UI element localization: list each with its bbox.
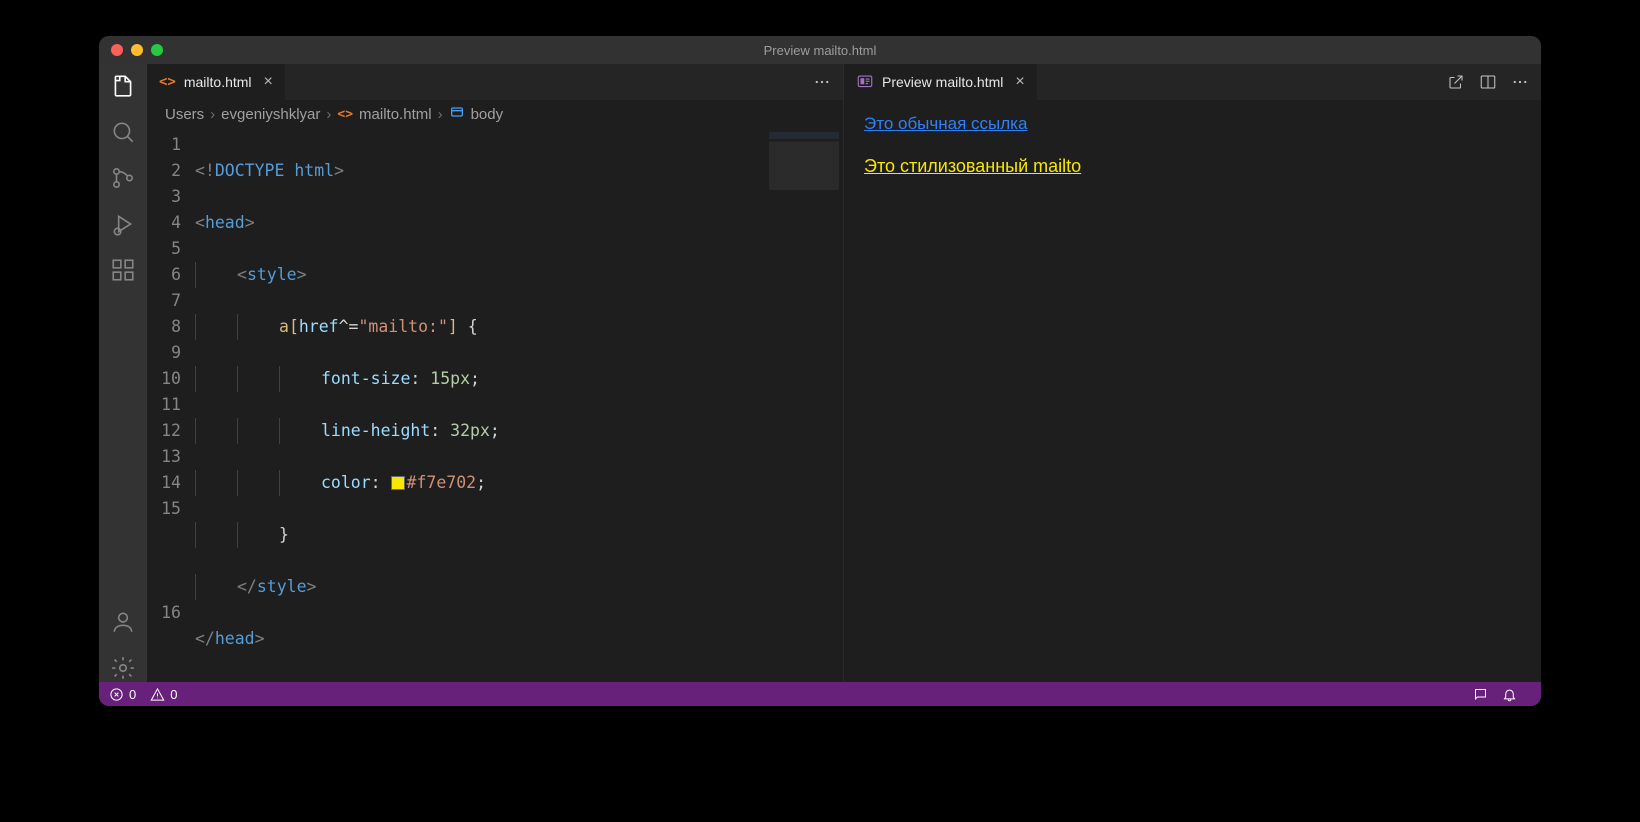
status-errors[interactable]: 0 bbox=[109, 687, 136, 702]
editor-pane-code: <> mailto.html × Users › evgeniyshklyar … bbox=[147, 64, 844, 682]
editor-pane-preview: Preview mailto.html × bbox=[844, 64, 1541, 682]
warning-count: 0 bbox=[170, 687, 177, 702]
tab-actions-left bbox=[801, 64, 843, 100]
titlebar: Preview mailto.html bbox=[99, 36, 1541, 64]
status-bell-icon[interactable] bbox=[1502, 687, 1517, 702]
close-window-button[interactable] bbox=[111, 44, 123, 56]
chevron-right-icon: › bbox=[210, 106, 215, 123]
minimap[interactable] bbox=[769, 132, 839, 190]
run-debug-icon[interactable] bbox=[109, 210, 137, 238]
status-warnings[interactable]: 0 bbox=[150, 687, 177, 702]
breadcrumb-seg: evgeniyshklyar bbox=[221, 106, 320, 123]
tab-mailto[interactable]: <> mailto.html × bbox=[147, 64, 286, 100]
breadcrumb-seg: <>mailto.html bbox=[337, 106, 431, 123]
explorer-icon[interactable] bbox=[109, 72, 137, 100]
minimize-window-button[interactable] bbox=[131, 44, 143, 56]
vscode-window: Preview mailto.html bbox=[99, 36, 1541, 706]
color-swatch bbox=[391, 476, 405, 490]
error-count: 0 bbox=[129, 687, 136, 702]
preview-icon bbox=[856, 73, 874, 91]
settings-gear-icon[interactable] bbox=[109, 654, 137, 682]
extensions-icon[interactable] bbox=[109, 256, 137, 284]
tab-preview[interactable]: Preview mailto.html × bbox=[844, 64, 1038, 100]
code-editor[interactable]: 1 2 3 4 5 6 7 8 9 10 11 12 13 14 bbox=[147, 128, 843, 682]
breadcrumb-seg: body bbox=[449, 104, 504, 124]
symbol-icon bbox=[449, 104, 465, 124]
window-title: Preview mailto.html bbox=[99, 43, 1541, 58]
html-preview[interactable]: Это обычная ссылка Это стилизованный mai… bbox=[844, 100, 1541, 682]
source-control-icon[interactable] bbox=[109, 164, 137, 192]
tab-bar-right: Preview mailto.html × bbox=[844, 64, 1541, 100]
activity-bar bbox=[99, 64, 147, 682]
close-tab-icon[interactable]: × bbox=[264, 74, 273, 90]
status-bar: 0 0 bbox=[99, 682, 1541, 706]
breadcrumb-seg: Users bbox=[165, 106, 204, 123]
search-icon[interactable] bbox=[109, 118, 137, 146]
chevron-right-icon: › bbox=[326, 106, 331, 123]
main-area: <> mailto.html × Users › evgeniyshklyar … bbox=[99, 64, 1541, 682]
close-tab-icon[interactable]: × bbox=[1015, 74, 1024, 90]
text-cursor-indicator-icon bbox=[821, 364, 843, 386]
tab-actions-right bbox=[1435, 64, 1541, 100]
code-content[interactable]: <!DOCTYPE html> <head> <style> a[href^="… bbox=[195, 128, 843, 682]
preview-link-normal[interactable]: Это обычная ссылка bbox=[864, 114, 1521, 134]
split-editor-icon[interactable] bbox=[1479, 73, 1497, 91]
line-number-gutter: 1 2 3 4 5 6 7 8 9 10 11 12 13 14 bbox=[147, 128, 195, 682]
window-controls bbox=[99, 44, 163, 56]
editor-group: <> mailto.html × Users › evgeniyshklyar … bbox=[147, 64, 1541, 682]
accounts-icon[interactable] bbox=[109, 608, 137, 636]
tab-label: Preview mailto.html bbox=[882, 74, 1003, 90]
more-actions-icon[interactable] bbox=[1511, 73, 1529, 91]
zoom-window-button[interactable] bbox=[151, 44, 163, 56]
status-feedback-icon[interactable] bbox=[1473, 687, 1488, 702]
html-file-icon: <> bbox=[159, 74, 176, 90]
open-external-icon[interactable] bbox=[1447, 73, 1465, 91]
html-file-icon: <> bbox=[337, 107, 353, 122]
preview-link-mailto[interactable]: Это стилизованный mailto bbox=[864, 156, 1521, 177]
tab-bar-left: <> mailto.html × bbox=[147, 64, 843, 100]
chevron-right-icon: › bbox=[438, 106, 443, 123]
more-actions-icon[interactable] bbox=[813, 73, 831, 91]
tab-label: mailto.html bbox=[184, 74, 252, 90]
breadcrumbs[interactable]: Users › evgeniyshklyar › <>mailto.html ›… bbox=[147, 100, 843, 128]
